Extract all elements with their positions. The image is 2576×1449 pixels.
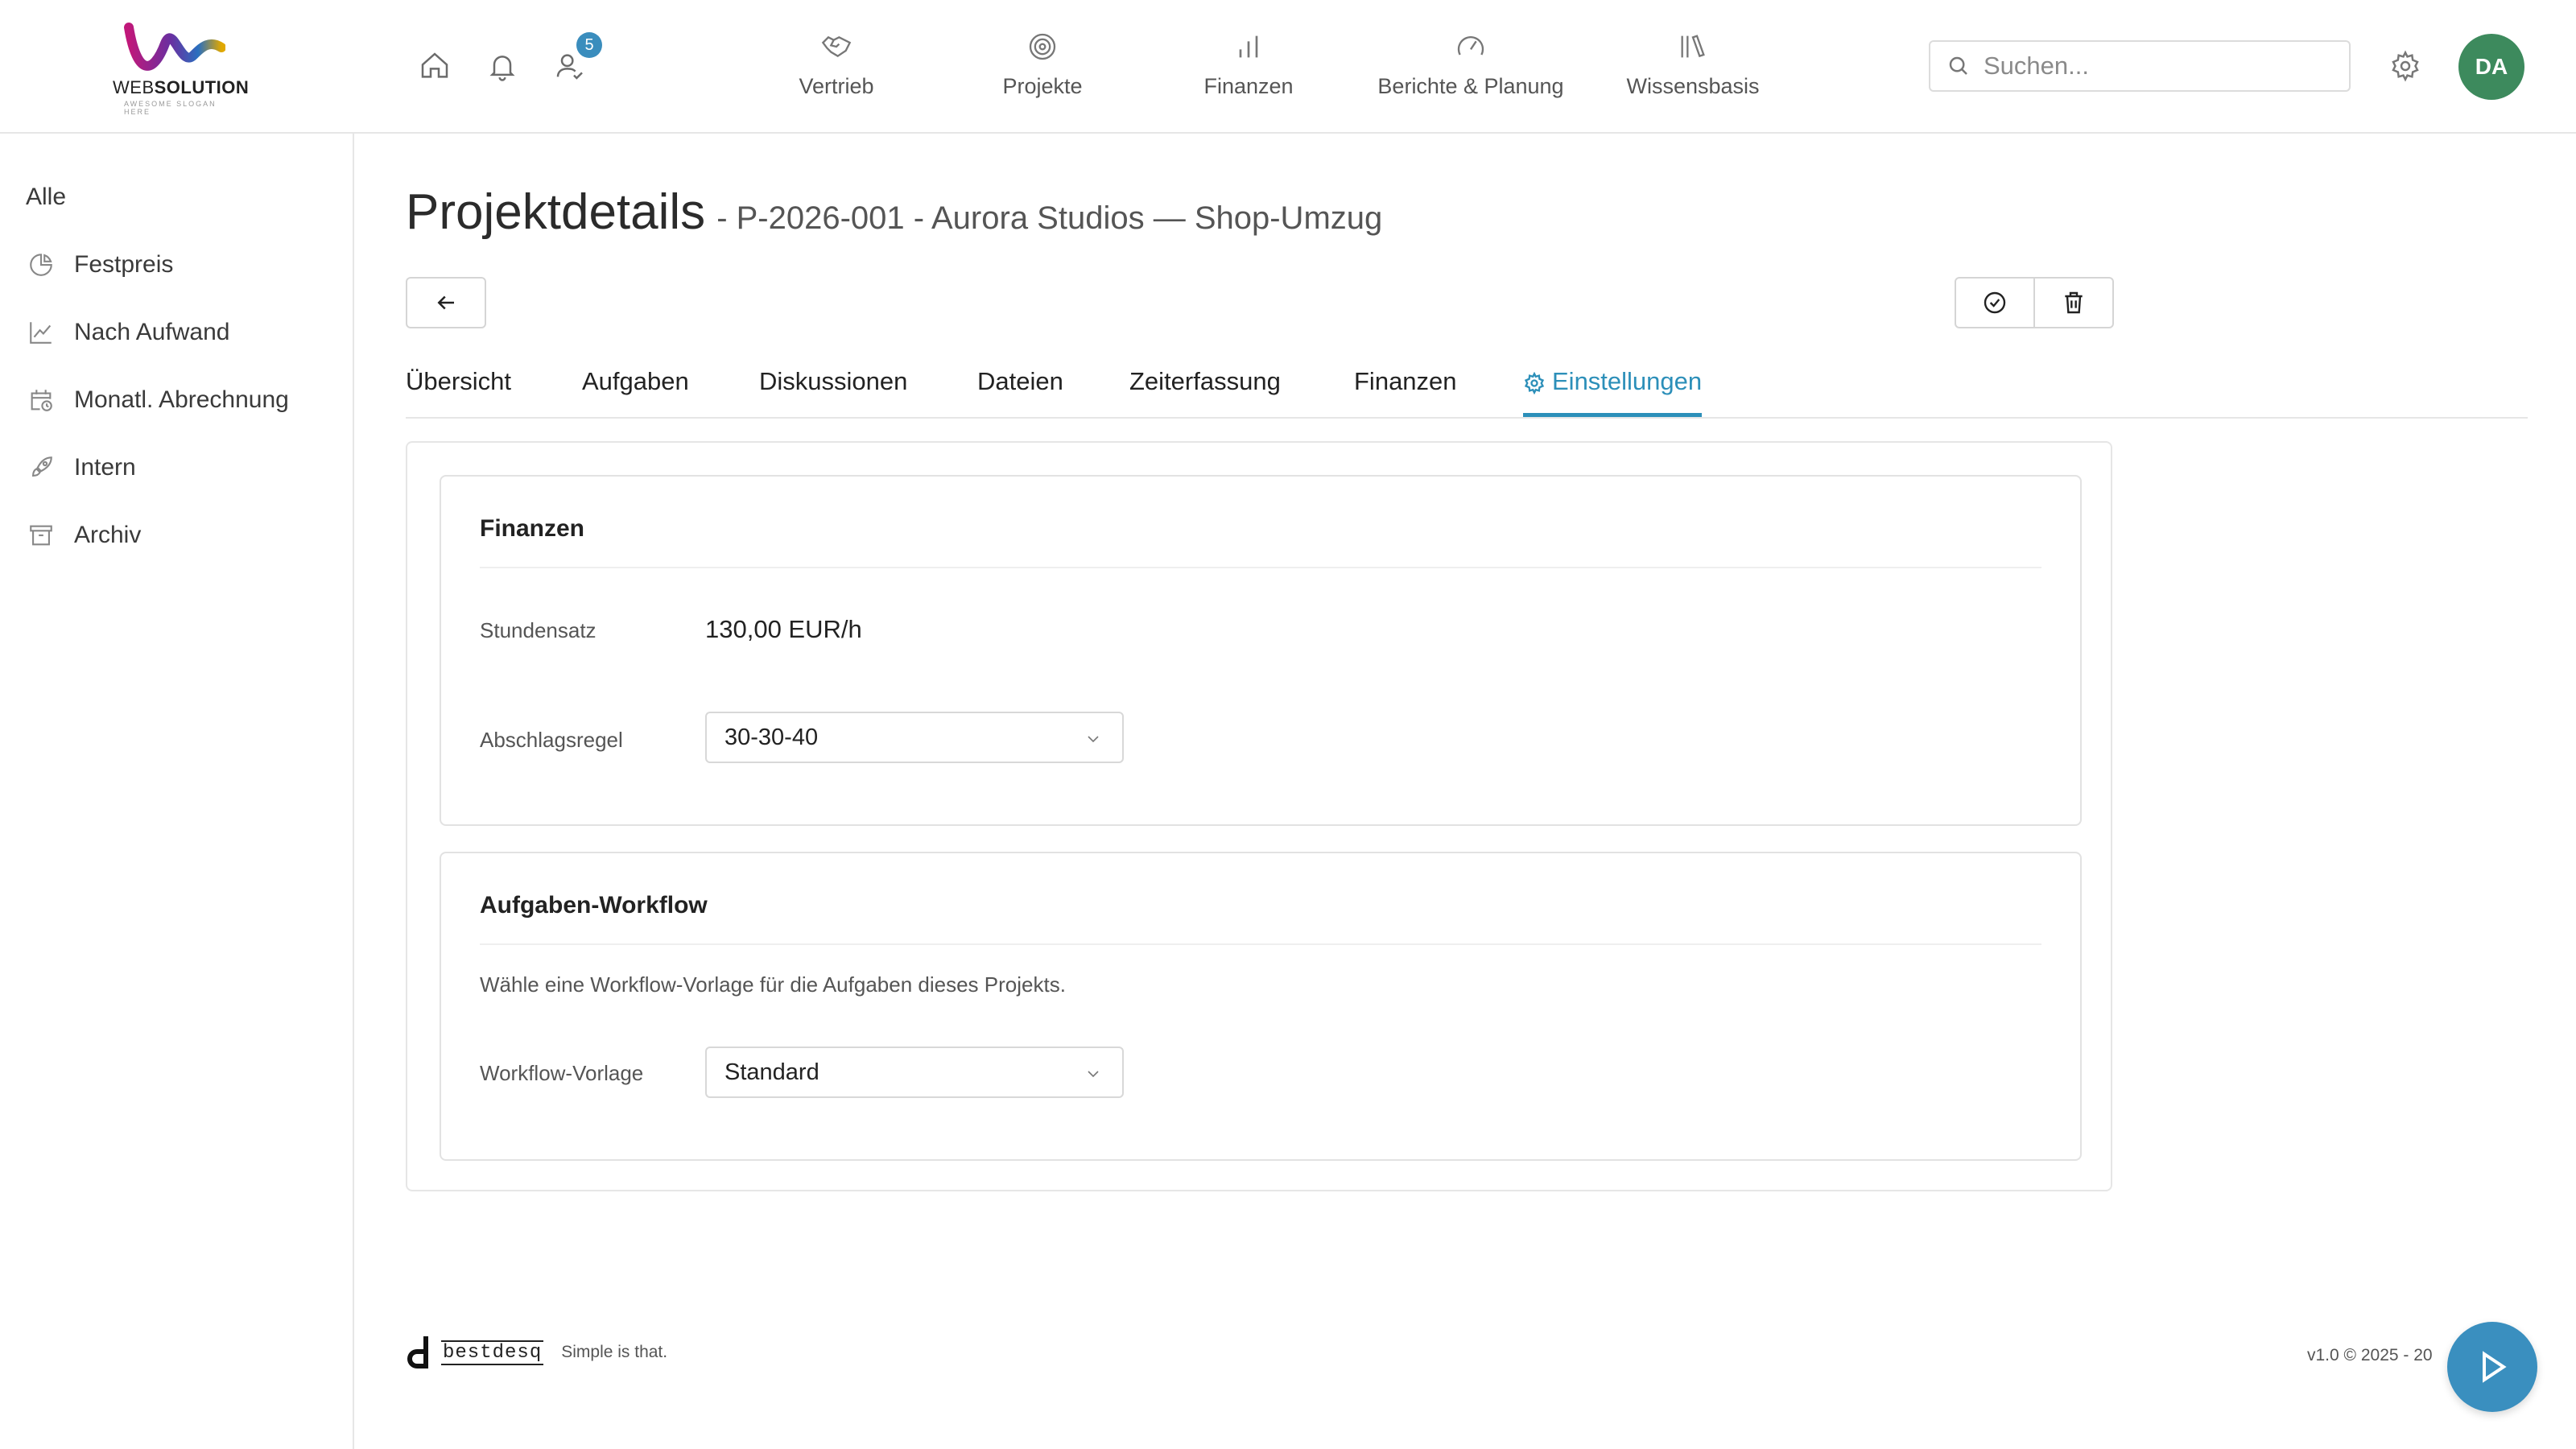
- pie-chart-icon: [26, 250, 56, 280]
- workflow-card-title: Aufgaben-Workflow: [480, 892, 708, 919]
- bestdesq-logo-icon: [407, 1336, 428, 1368]
- settings-panel: Finanzen Stundensatz 130,00 EUR/h Abschl…: [406, 441, 2112, 1191]
- chevron-down-icon: [1088, 1071, 1099, 1078]
- nav-label: Berichte & Planung: [1377, 74, 1564, 98]
- nav-berichte-planung[interactable]: Berichte & Planung: [1368, 31, 1573, 103]
- workflow-card: Aufgaben-Workflow Wähle eine Workflow-Vo…: [440, 852, 2082, 1161]
- bar-chart-icon: [1239, 35, 1258, 58]
- nav-finanzen[interactable]: Finanzen: [1190, 31, 1307, 103]
- nav-projekte[interactable]: Projekte: [984, 31, 1101, 103]
- nav-vertrieb[interactable]: Vertrieb: [778, 31, 895, 103]
- sidebar-item-label: Monatl. Abrechnung: [74, 386, 289, 413]
- logo-wave-icon: [124, 23, 225, 71]
- sidebar-item-label: Nach Aufwand: [74, 319, 230, 345]
- complete-button[interactable]: [1955, 277, 2035, 328]
- calendar-clock-icon: [26, 385, 56, 415]
- hourly-rate-value: 130,00 EUR/h: [705, 615, 862, 643]
- tab-uebersicht[interactable]: Übersicht: [406, 367, 511, 417]
- sidebar-item-label: Alle: [26, 184, 67, 210]
- check-circle-icon: [1984, 291, 2006, 314]
- settings-button[interactable]: [2386, 47, 2425, 85]
- arrow-left-icon: [437, 295, 454, 310]
- gauge-icon: [1457, 35, 1484, 56]
- payment-rule-value: 30-30-40: [724, 724, 819, 750]
- back-button[interactable]: [406, 277, 486, 328]
- tab-aufgaben[interactable]: Aufgaben: [582, 367, 689, 417]
- gear-icon: [2392, 50, 2419, 82]
- company-logo[interactable]: WEBSOLUTION AWESOME SLOGAN HERE: [109, 19, 250, 116]
- page-title: Projektdetails - P-2026-001 - Aurora Stud…: [406, 184, 1382, 241]
- sidebar-item-label: Intern: [74, 454, 136, 481]
- books-icon: [1681, 35, 1705, 58]
- search-input[interactable]: [1984, 52, 2322, 80]
- tab-finanzen[interactable]: Finanzen: [1354, 367, 1457, 417]
- delete-button[interactable]: [2033, 277, 2114, 328]
- gear-icon: [1524, 372, 1545, 394]
- divider: [480, 567, 2041, 568]
- nav-label: Finanzen: [1203, 74, 1294, 98]
- tab-label: Einstellungen: [1552, 367, 1703, 395]
- home-icon: [421, 52, 448, 78]
- footer-version: v1.0 © 2025 - 20: [2307, 1346, 2433, 1364]
- user-avatar[interactable]: DA: [2458, 34, 2524, 100]
- tab-diskussionen[interactable]: Diskussionen: [759, 367, 907, 417]
- sidebar-item-intern[interactable]: Intern: [26, 448, 136, 488]
- trash-icon: [2065, 291, 2083, 314]
- page-subtitle: - P-2026-001 - Aurora Studios — Shop-Umz…: [716, 200, 1383, 236]
- divider: [480, 943, 2041, 945]
- finance-card: Finanzen Stundensatz 130,00 EUR/h Abschl…: [440, 475, 2082, 826]
- sidebar-item-label: Festpreis: [74, 251, 174, 278]
- tab-einstellungen[interactable]: Einstellungen: [1523, 367, 1703, 417]
- workflow-template-select[interactable]: Standard: [705, 1046, 1124, 1098]
- sidebar: Alle Festpreis Nach Aufwand Monatl. Abre…: [0, 134, 354, 1449]
- handshake-icon: [821, 35, 852, 58]
- sidebar-item-nach-aufwand[interactable]: Nach Aufwand: [26, 312, 229, 353]
- footer-tagline: Simple is that.: [561, 1343, 668, 1361]
- nav-label: Wissensbasis: [1626, 74, 1760, 98]
- nav-label: Vertrieb: [799, 74, 874, 98]
- logo-slogan: AWESOME SLOGAN HERE: [124, 100, 217, 116]
- finance-card-title: Finanzen: [480, 515, 585, 542]
- payment-rule-label: Abschlagsregel: [480, 728, 623, 752]
- sidebar-item-festpreis[interactable]: Festpreis: [26, 245, 173, 285]
- tab-dateien[interactable]: Dateien: [977, 367, 1063, 417]
- workflow-template-value: Standard: [724, 1059, 819, 1085]
- footer-brand: bestdesq Simple is that.: [406, 1336, 667, 1368]
- sidebar-item-archiv[interactable]: Archiv: [26, 515, 141, 555]
- target-icon: [1029, 33, 1056, 60]
- hourly-rate-label: Stundensatz: [480, 618, 597, 642]
- notifications-button[interactable]: [483, 47, 522, 85]
- search-icon: [1949, 56, 1967, 75]
- page-title-text: Projektdetails: [406, 184, 706, 240]
- sidebar-item-monatl-abrechnung[interactable]: Monatl. Abrechnung: [26, 380, 289, 420]
- play-icon: [2483, 1351, 2507, 1383]
- archive-icon: [26, 520, 56, 551]
- line-chart-icon: [26, 317, 56, 348]
- bell-icon: [489, 56, 515, 81]
- home-button[interactable]: [415, 47, 454, 85]
- workflow-template-label: Workflow-Vorlage: [480, 1061, 644, 1085]
- workflow-description: Wähle eine Workflow-Vorlage für die Aufg…: [480, 972, 1066, 997]
- notification-badge: 5: [576, 32, 602, 58]
- rocket-icon: [26, 452, 56, 483]
- top-bar: WEBSOLUTION AWESOME SLOGAN HERE 5 Vertri…: [0, 0, 2576, 134]
- logo-wordmark: WEBSOLUTION: [113, 77, 250, 97]
- tab-bar: Übersicht Aufgaben Diskussionen Dateien …: [406, 359, 2528, 419]
- search-box[interactable]: [1929, 40, 2351, 92]
- sidebar-item-label: Archiv: [74, 522, 142, 548]
- footer-brand-name: bestdesq: [441, 1340, 544, 1365]
- chevron-down-icon: [1088, 736, 1099, 743]
- sidebar-item-alle[interactable]: Alle: [26, 177, 66, 217]
- nav-label: Projekte: [1002, 74, 1083, 98]
- payment-rule-select[interactable]: 30-30-40: [705, 712, 1124, 763]
- tab-zeiterfassung[interactable]: Zeiterfassung: [1129, 367, 1281, 417]
- play-button[interactable]: [2447, 1322, 2537, 1412]
- nav-wissensbasis[interactable]: Wissensbasis: [1615, 31, 1771, 103]
